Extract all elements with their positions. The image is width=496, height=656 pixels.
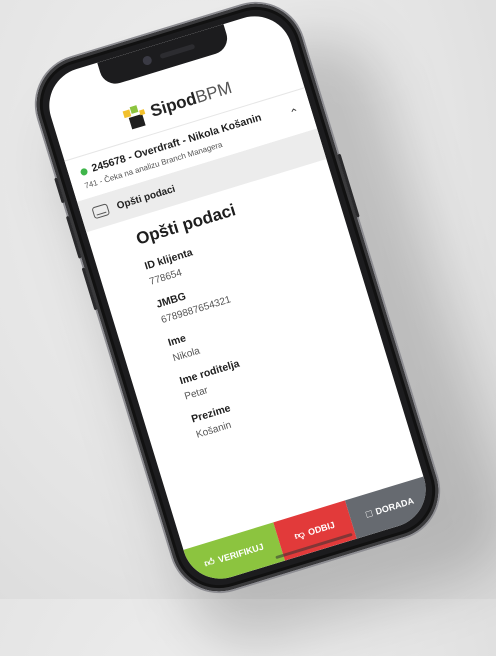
message-icon: □: [364, 507, 374, 521]
thumbs-down-icon: 👎︎: [293, 528, 307, 543]
verify-label: VERIFIKUJ: [217, 541, 265, 565]
camera-icon: [141, 55, 153, 67]
reject-label: ODBIJ: [306, 519, 337, 538]
card-icon: [91, 203, 111, 220]
thumbs-up-icon: 👍︎: [203, 556, 217, 570]
logo-mark-icon: [122, 103, 149, 130]
mute-switch: [54, 177, 65, 204]
rework-label: DORADA: [374, 495, 416, 517]
speaker-grille: [158, 43, 195, 60]
reject-button[interactable]: 👎︎ ODBIJ: [272, 500, 357, 561]
volume-down-button: [81, 267, 98, 311]
volume-up-button: [65, 215, 82, 259]
status-dot-icon: [79, 167, 89, 176]
